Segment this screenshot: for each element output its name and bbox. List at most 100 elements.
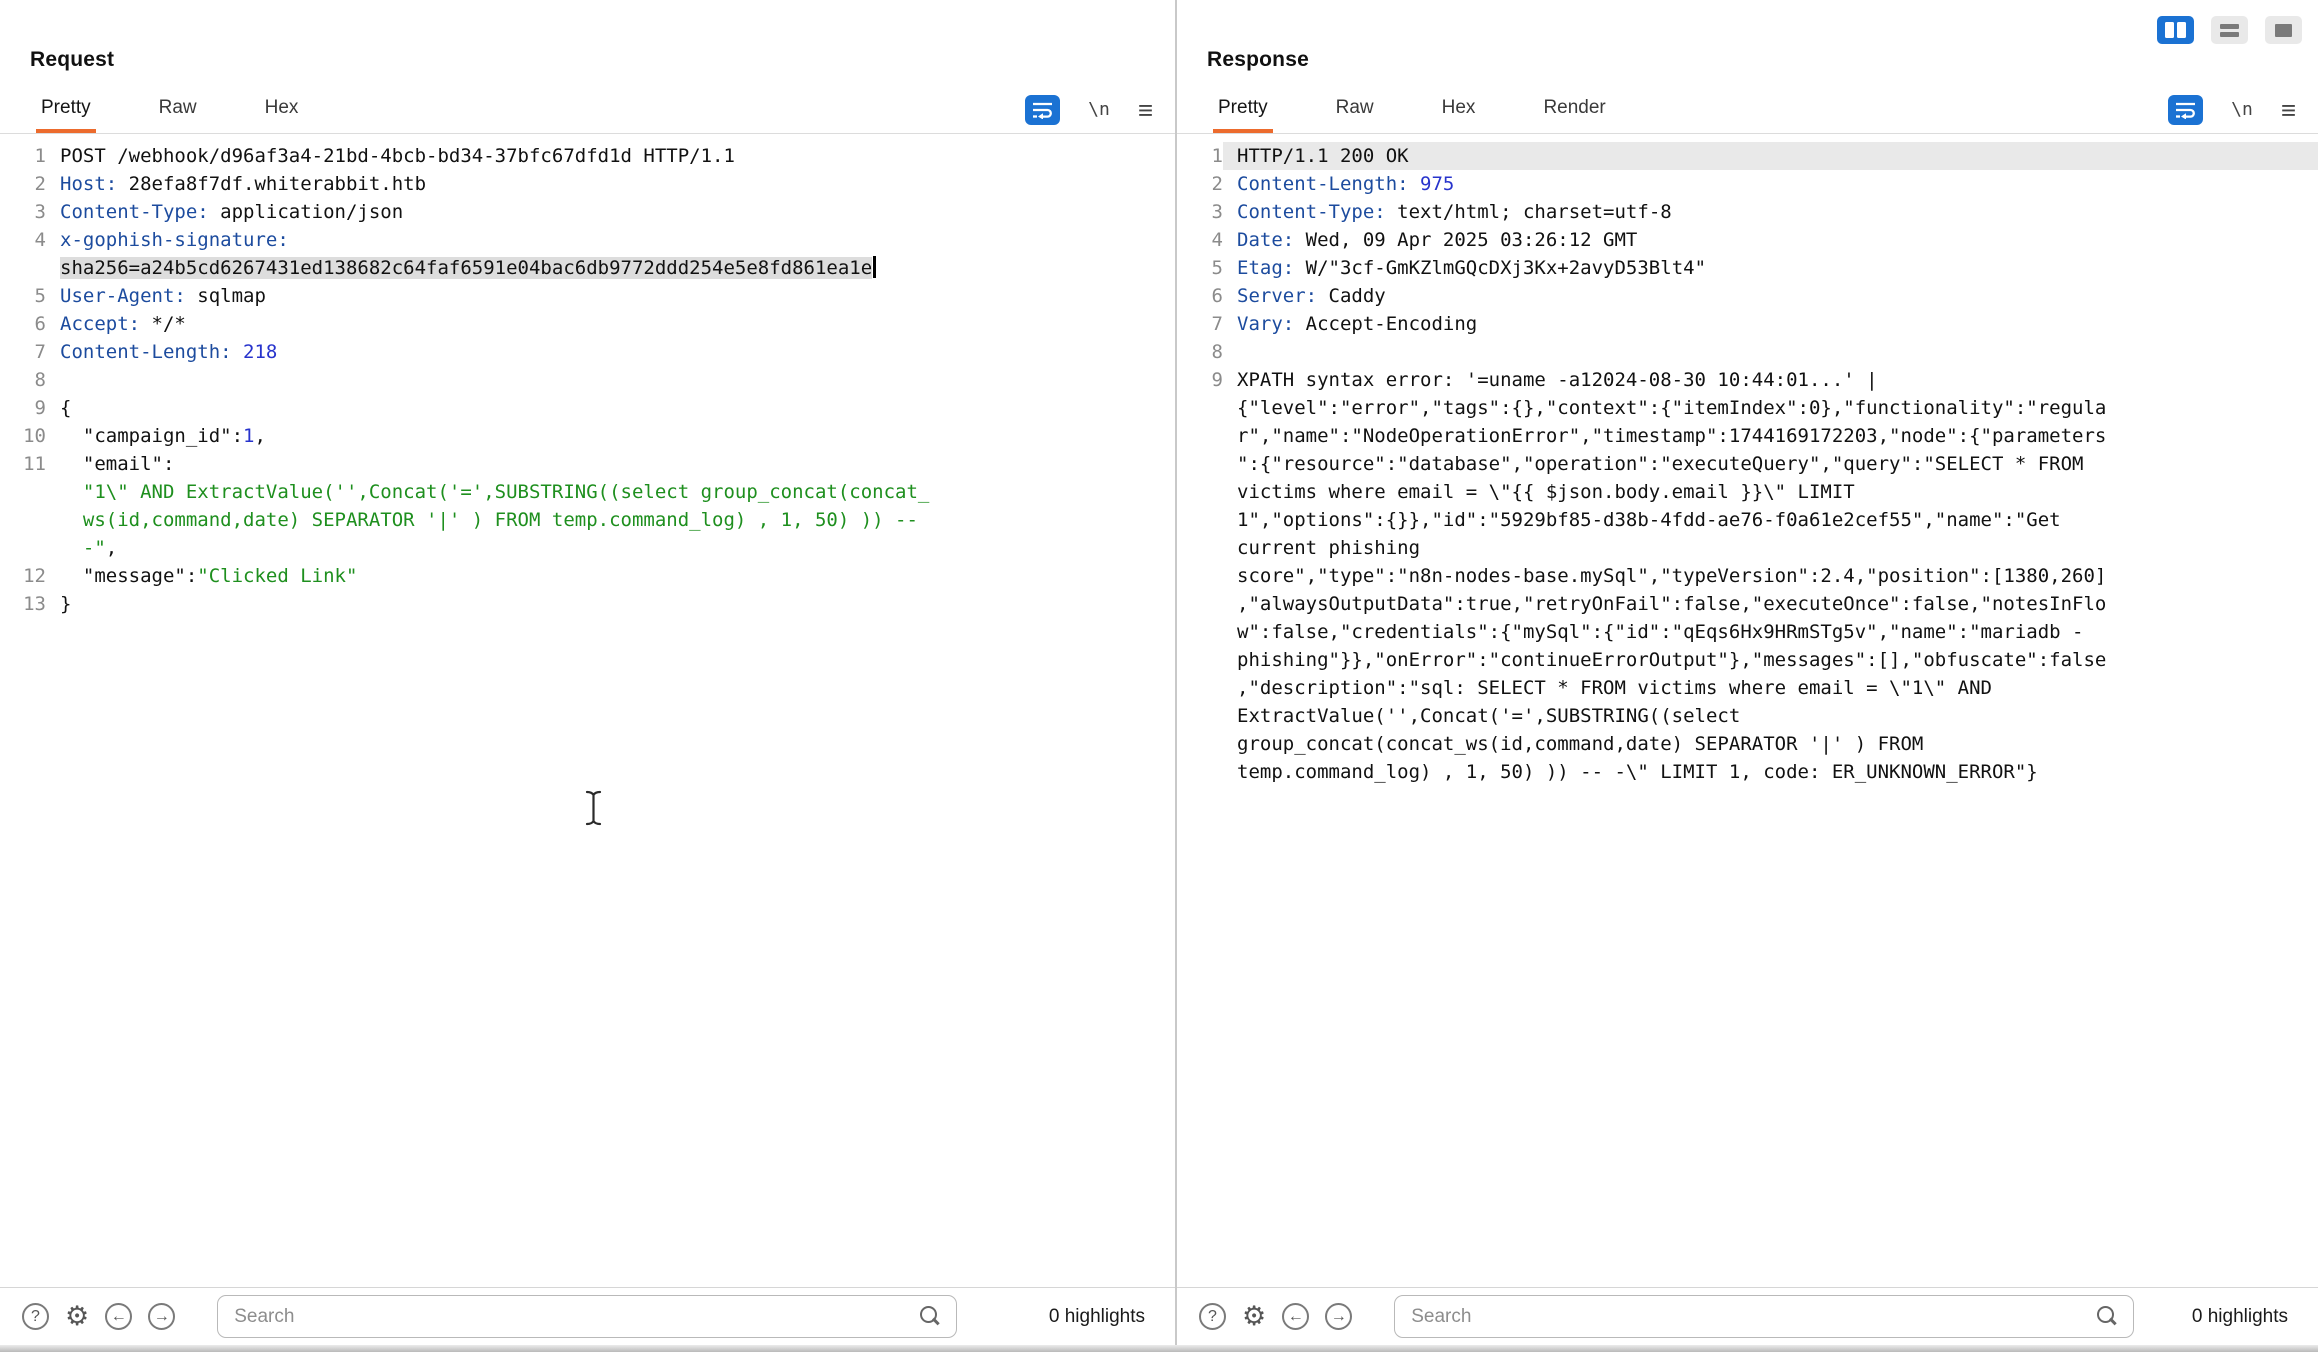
layout-rows-button[interactable] <box>2211 16 2248 44</box>
line-number <box>0 534 46 562</box>
tab-pretty[interactable]: Pretty <box>1213 86 1273 133</box>
code-line: 2 Content-Length: 975 <box>1177 170 2318 198</box>
newline-toggle-icon[interactable]: \n <box>2231 99 2253 120</box>
request-tabbar: Pretty Raw Hex \n ≡ <box>0 86 1175 134</box>
search-input[interactable] <box>217 1295 958 1338</box>
response-tabbar: Pretty Raw Hex Render \n ≡ <box>1177 86 2318 134</box>
request-editor[interactable]: 1 POST /webhook/d96af3a4-21bd-4bcb-bd34-3… <box>0 134 1175 1287</box>
tab-hex[interactable]: Hex <box>1437 86 1481 133</box>
prev-match-icon[interactable]: ← <box>1282 1303 1310 1330</box>
line-number: 8 <box>34 369 46 391</box>
tab-raw[interactable]: Raw <box>1331 86 1379 133</box>
search-input[interactable] <box>1394 1295 2135 1338</box>
line-number: 11 <box>23 453 46 475</box>
help-icon[interactable]: ? <box>1199 1303 1226 1330</box>
code-line: 7 Content-Length: 218 <box>0 338 1175 366</box>
line-number: 2 <box>1211 173 1223 195</box>
line-number <box>1177 590 1223 618</box>
line-number <box>1177 478 1223 506</box>
line-number: 3 <box>34 201 46 223</box>
line-number: 4 <box>1211 229 1223 251</box>
code-line: 12 "message":"Clicked Link" <box>0 562 1175 590</box>
code-line: -", <box>0 534 1175 562</box>
code-line: 2 Host: 28efa8f7df.whiterabbit.htb <box>0 170 1175 198</box>
code-line: phishing"}},"onError":"continueErrorOutp… <box>1177 646 2318 674</box>
newline-toggle-icon[interactable]: \n <box>1088 99 1110 120</box>
request-footer: ? ⚙ ← → 0 highlights <box>0 1287 1175 1345</box>
layout-single-button[interactable] <box>2265 16 2302 44</box>
line-number: 7 <box>1211 313 1223 335</box>
request-tab-tools: \n ≡ <box>1025 86 1175 133</box>
text-cursor-pointer <box>583 789 603 832</box>
code-line: 13} <box>0 590 1175 618</box>
line-number: 2 <box>34 173 46 195</box>
search-icon <box>2097 1306 2118 1327</box>
line-number <box>0 478 46 506</box>
response-search-box <box>1394 1295 2135 1338</box>
line-number: 1 <box>1211 145 1223 167</box>
line-number <box>1177 422 1223 450</box>
code-line: victims where email = \"{{ $json.body.em… <box>1177 478 2318 506</box>
code-line: 5 User-Agent: sqlmap <box>0 282 1175 310</box>
line-number: 5 <box>1211 257 1223 279</box>
code-line: 4 x-gophish-signature: <box>0 226 1175 254</box>
response-tabs: Pretty Raw Hex Render <box>1213 86 1669 133</box>
code-line: 4 Date: Wed, 09 Apr 2025 03:26:12 GMT <box>1177 226 2318 254</box>
code-line: sha256=a24b5cd6267431ed138682c64faf6591e… <box>0 254 1175 282</box>
layout-columns-button[interactable] <box>2157 16 2194 44</box>
line-number <box>1177 450 1223 478</box>
repeater-workspace: Request Pretty Raw Hex \n ≡ 1 POST /webhook… <box>0 0 2318 1345</box>
hamburger-menu-icon[interactable]: ≡ <box>1138 97 1153 123</box>
search-icon <box>920 1306 941 1327</box>
request-panel: Request Pretty Raw Hex \n ≡ 1 POST /webhook… <box>0 0 1177 1345</box>
wrap-lines-icon[interactable] <box>2168 94 2204 125</box>
code-line: 5 Etag: W/"3cf-GmKZlmGQcDXj3Kx+2avyD53Blt… <box>1177 254 2318 282</box>
line-number: 13 <box>23 593 46 615</box>
line-number: 12 <box>23 565 46 587</box>
code-line: ,"description":"sql: SELECT * FROM victi… <box>1177 674 2318 702</box>
line-number <box>1177 646 1223 674</box>
tab-render[interactable]: Render <box>1538 86 1610 133</box>
prev-match-icon[interactable]: ← <box>105 1303 133 1330</box>
line-number: 6 <box>1211 285 1223 307</box>
code-line: 1","options":{}},"id":"5929bf85-d38b-4fd… <box>1177 506 2318 534</box>
code-line: temp.command_log) , 1, 50) )) -- -\" LIM… <box>1177 758 2318 786</box>
wrap-lines-icon[interactable] <box>1025 94 1061 125</box>
line-number: 1 <box>34 145 46 167</box>
line-number: 9 <box>34 397 46 419</box>
line-number: 9 <box>1211 369 1223 391</box>
code-line: group_concat(concat_ws(id,command,date) … <box>1177 730 2318 758</box>
code-line: w":false,"credentials":{"mySql":{"id":"q… <box>1177 618 2318 646</box>
line-number: 6 <box>34 313 46 335</box>
line-number <box>1177 394 1223 422</box>
response-viewer[interactable]: 1 HTTP/1.1 200 OK 2 Content-Length: 975 3 Con… <box>1177 134 2318 1287</box>
tab-raw[interactable]: Raw <box>154 86 202 133</box>
gear-icon[interactable]: ⚙ <box>1242 1303 1266 1330</box>
code-line: 3 Content-Type: application/json <box>0 198 1175 226</box>
code-line: {"level":"error","tags":{},"context":{"i… <box>1177 394 2318 422</box>
code-line: ExtractValue('',Concat('=',SUBSTRING((se… <box>1177 702 2318 730</box>
code-line: 6 Accept: */* <box>0 310 1175 338</box>
line-number <box>1177 618 1223 646</box>
next-match-icon[interactable]: → <box>1325 1303 1353 1330</box>
code-line: ":{"resource":"database","operation":"ex… <box>1177 450 2318 478</box>
code-line: 11 "email": <box>0 450 1175 478</box>
window-bottom-edge <box>0 1345 2318 1352</box>
tab-hex[interactable]: Hex <box>260 86 304 133</box>
tab-pretty[interactable]: Pretty <box>36 86 96 133</box>
code-line: 1 POST /webhook/d96af3a4-21bd-4bcb-bd34-3… <box>0 142 1175 170</box>
next-match-icon[interactable]: → <box>148 1303 176 1330</box>
code-line: 1 HTTP/1.1 200 OK <box>1177 142 2318 170</box>
line-number <box>1177 674 1223 702</box>
line-number: 3 <box>1211 201 1223 223</box>
code-line: 6 Server: Caddy <box>1177 282 2318 310</box>
code-line: current phishing <box>1177 534 2318 562</box>
code-line: 7 Vary: Accept-Encoding <box>1177 310 2318 338</box>
line-number: 4 <box>34 229 46 251</box>
line-number <box>1177 506 1223 534</box>
request-tabs: Pretty Raw Hex <box>36 86 361 133</box>
request-search-box <box>217 1295 958 1338</box>
hamburger-menu-icon[interactable]: ≡ <box>2281 97 2296 123</box>
help-icon[interactable]: ? <box>22 1303 49 1330</box>
gear-icon[interactable]: ⚙ <box>65 1303 89 1330</box>
